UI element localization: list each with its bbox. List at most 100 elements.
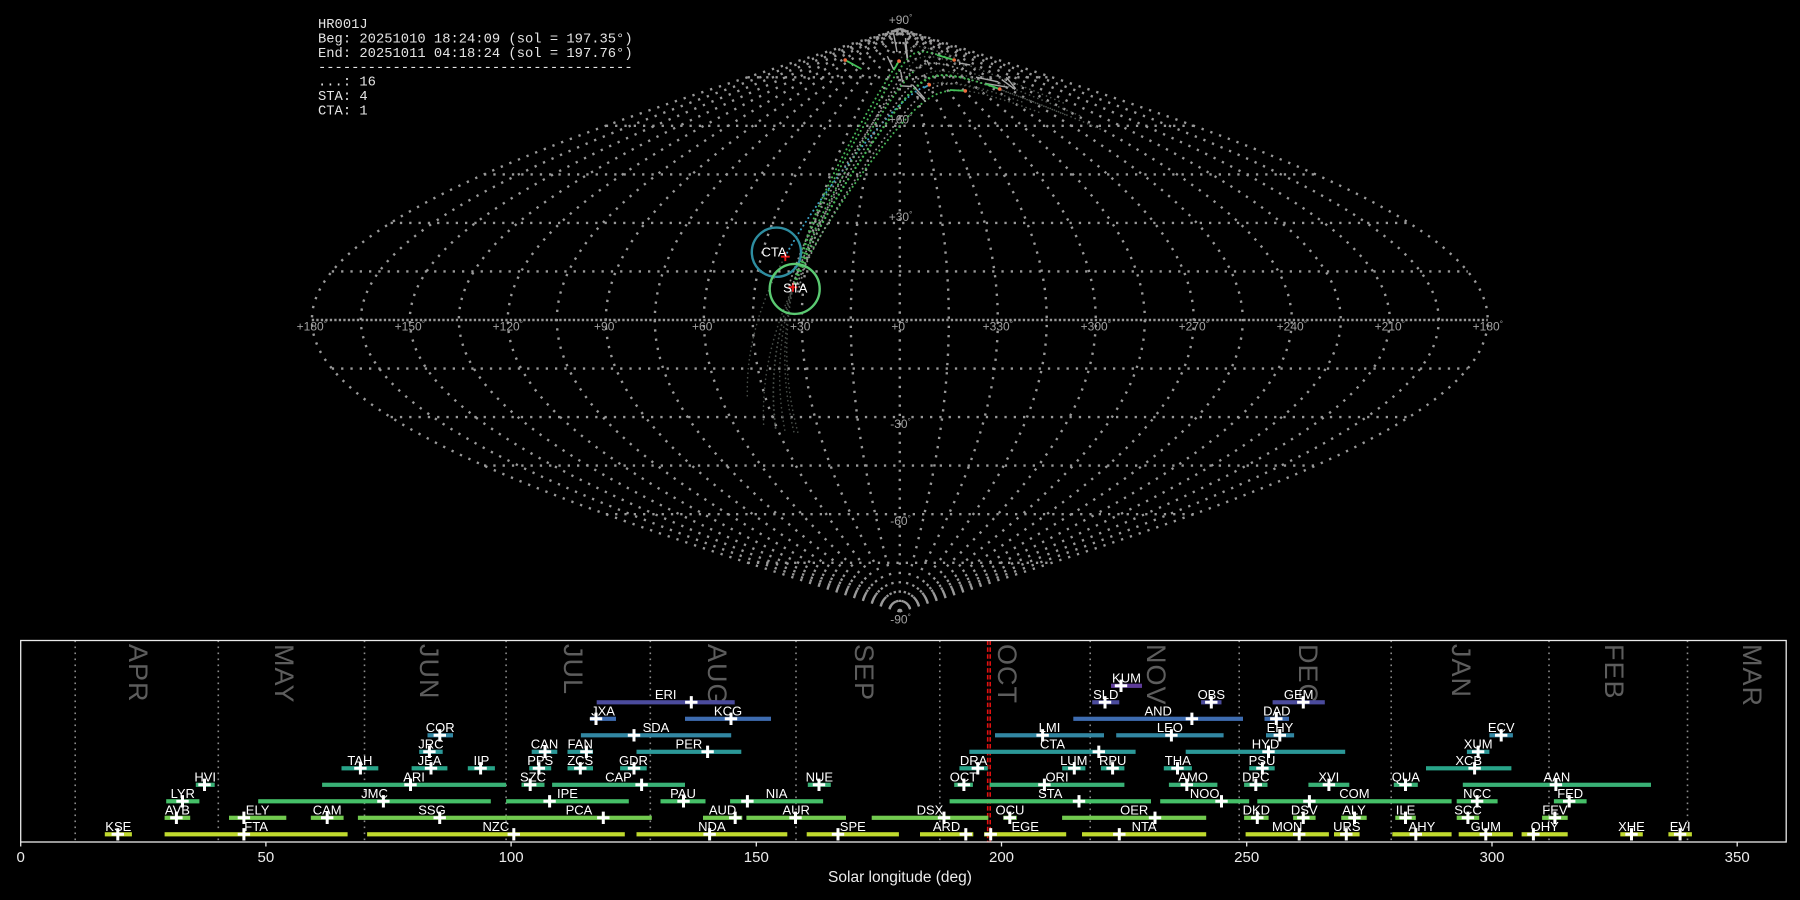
svg-text:JXA: JXA [591,704,615,719]
svg-text:+150°: +150° [395,320,425,334]
svg-text:IIP: IIP [473,753,489,768]
svg-text:NOV: NOV [1141,644,1171,706]
svg-text:PSU: PSU [1249,753,1276,768]
svg-text:CTA: 1: CTA: 1 [318,104,368,119]
svg-text:CAM: CAM [313,803,342,818]
svg-text:JRC: JRC [418,737,443,752]
svg-text:PCA: PCA [566,803,593,818]
svg-text:250: 250 [1234,849,1259,866]
svg-text:+60°: +60° [692,320,716,334]
svg-text:HYD: HYD [1252,737,1279,752]
svg-text:COR: COR [426,720,455,735]
svg-text:ARI: ARI [403,770,425,785]
svg-text:+270°: +270° [1179,320,1209,334]
svg-text:+180°: +180° [297,320,327,334]
svg-text:ILE: ILE [1396,803,1416,818]
svg-text:OCU: OCU [996,803,1025,818]
svg-text:ORI: ORI [1045,770,1068,785]
svg-text:ELY: ELY [246,803,270,818]
svg-text:SCC: SCC [1454,803,1481,818]
svg-text:OBS: OBS [1198,687,1226,702]
svg-text:XHE: XHE [1618,819,1645,834]
svg-text:DKD: DKD [1243,803,1270,818]
svg-text:SSG: SSG [418,803,445,818]
svg-text:NDA: NDA [698,819,726,834]
svg-text:AMO: AMO [1178,770,1208,785]
svg-text:350: 350 [1725,849,1750,866]
svg-text:+180°: +180° [1473,320,1503,334]
svg-text:XCB: XCB [1455,753,1482,768]
svg-text:MON: MON [1272,819,1302,834]
svg-text:MAY: MAY [269,644,299,704]
svg-text:HR001J: HR001J [318,18,368,33]
svg-text:+120°: +120° [493,320,523,334]
svg-text:DSX: DSX [917,803,944,818]
svg-text:RPU: RPU [1099,753,1126,768]
svg-text:JUL: JUL [558,644,588,695]
svg-text:AUG: AUG [702,644,732,706]
svg-text:ERI: ERI [655,687,677,702]
svg-text:DRA: DRA [960,753,988,768]
svg-text:XVI: XVI [1318,770,1339,785]
svg-text:+90°: +90° [889,13,913,27]
svg-text:EGE: EGE [1011,819,1039,834]
svg-text:STA: STA [783,280,808,295]
svg-text:...: 16: ...: 16 [318,76,376,91]
svg-text:PPS: PPS [527,753,553,768]
svg-text:KUM: KUM [1112,671,1141,686]
svg-text:Solar longitude (deg): Solar longitude (deg) [828,869,972,886]
svg-text:200: 200 [989,849,1014,866]
svg-text:ZCS: ZCS [567,753,593,768]
svg-text:FEV: FEV [1542,803,1568,818]
svg-text:+330°: +330° [983,320,1013,334]
svg-text:GEM: GEM [1284,687,1314,702]
svg-text:ECV: ECV [1488,720,1515,735]
svg-text:FTA: FTA [244,819,268,834]
svg-text:Beg: 20251010 18:24:09 (sol =: Beg: 20251010 18:24:09 (sol = 197.35°) [318,31,633,47]
svg-text:SDA: SDA [643,720,670,735]
svg-text:------------------------------: -------------------------------------- [318,61,633,76]
svg-text:+30°: +30° [790,320,814,334]
svg-text:GDR: GDR [619,753,648,768]
svg-text:LEO: LEO [1157,720,1183,735]
svg-text:SPE: SPE [840,819,866,834]
svg-text:AVB: AVB [165,803,190,818]
svg-text:DAD: DAD [1263,704,1290,719]
svg-text:FEB: FEB [1599,644,1629,700]
svg-text:NCC: NCC [1463,786,1491,801]
svg-text:OHY: OHY [1531,819,1560,834]
svg-text:KCG: KCG [714,704,742,719]
svg-text:NIA: NIA [766,786,788,801]
svg-text:URS: URS [1333,819,1361,834]
svg-text:STA: STA [1038,786,1063,801]
svg-text:AHY: AHY [1409,819,1436,834]
svg-text:GUM: GUM [1471,819,1501,834]
svg-text:150: 150 [744,849,769,866]
svg-text:SLD: SLD [1093,687,1118,702]
svg-text:FED: FED [1557,786,1583,801]
svg-text:CAN: CAN [531,737,558,752]
svg-text:0: 0 [17,849,25,866]
svg-text:OCT: OCT [950,770,978,785]
svg-text:+60°: +60° [889,113,913,127]
svg-text:+210°: +210° [1375,320,1405,334]
svg-text:SZC: SZC [520,770,546,785]
svg-text:DSV: DSV [1291,803,1318,818]
svg-text:HVI: HVI [194,770,216,785]
svg-text:AND: AND [1144,704,1171,719]
svg-text:End: 20251011 04:18:24 (sol =: End: 20251011 04:18:24 (sol = 197.76°) [318,46,633,62]
svg-text:CTA: CTA [761,245,786,260]
svg-text:100: 100 [499,849,524,866]
svg-text:JMC: JMC [361,786,388,801]
svg-text:OCT: OCT [992,644,1022,704]
svg-text:COM: COM [1339,786,1369,801]
svg-text:JAN: JAN [1446,644,1476,698]
svg-text:ARD: ARD [933,819,960,834]
svg-text:STA: 4: STA: 4 [318,90,368,105]
svg-text:LUM: LUM [1060,753,1087,768]
svg-text:AUR: AUR [782,803,809,818]
svg-text:CTA: CTA [1040,737,1065,752]
svg-text:NOO: NOO [1190,786,1220,801]
svg-text:MAR: MAR [1737,644,1767,707]
svg-text:ALY: ALY [1342,803,1366,818]
